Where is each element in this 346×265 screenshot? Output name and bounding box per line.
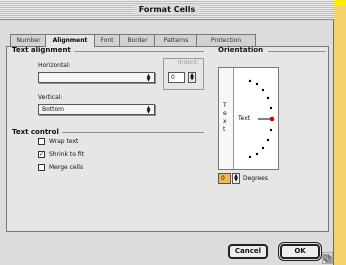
vertical-label: Vertical: bbox=[38, 94, 63, 101]
orientation-sample-text: Text bbox=[238, 115, 251, 122]
tab-protection[interactable]: Protection bbox=[196, 34, 256, 46]
stepper-arrows-icon: ▲ ▼ bbox=[190, 72, 194, 82]
format-cells-dialog: Format Cells Number Alignment Font Borde… bbox=[0, 0, 334, 265]
merge-cells-checkbox[interactable] bbox=[38, 164, 45, 171]
dialog-title: Format Cells bbox=[133, 4, 201, 15]
vertical-value: Bottom bbox=[42, 106, 65, 113]
indent-stepper[interactable]: ▲ ▼ bbox=[188, 72, 196, 83]
indent-field[interactable]: 0 bbox=[168, 72, 185, 83]
merge-cells-label: Merge cells bbox=[49, 164, 84, 171]
vertical-letter: t bbox=[223, 126, 226, 133]
vertical-text-option[interactable]: T e x t bbox=[219, 68, 234, 169]
orientation-picker[interactable]: T e x t Text bbox=[218, 67, 279, 170]
tab-patterns[interactable]: Patterns bbox=[154, 34, 198, 46]
wrap-text-label: Wrap text bbox=[49, 138, 79, 145]
popup-arrows-icon: ▲ ▼ bbox=[146, 105, 151, 115]
checkmark-icon: ✓ bbox=[39, 151, 45, 158]
tab-font[interactable]: Font bbox=[93, 34, 121, 46]
orientation-heading: Orientation bbox=[218, 46, 264, 54]
degrees-label: Degrees bbox=[243, 175, 268, 182]
text-control-divider bbox=[62, 132, 204, 133]
orientation-divider bbox=[268, 51, 326, 52]
resize-grip-icon[interactable] bbox=[322, 252, 333, 264]
vertical-letter: T bbox=[223, 102, 227, 109]
ok-button[interactable]: OK bbox=[280, 244, 320, 259]
tab-number[interactable]: Number bbox=[10, 34, 47, 46]
text-control-heading: Text control bbox=[12, 128, 59, 136]
tab-alignment[interactable]: Alignment bbox=[45, 34, 95, 47]
text-alignment-heading: Text alignment bbox=[12, 46, 71, 54]
vertical-popup[interactable]: Bottom ▲ ▼ bbox=[38, 104, 155, 115]
vertical-letter: e bbox=[223, 110, 227, 117]
orientation-indicator-dot bbox=[269, 116, 275, 122]
indent-label: Indent: bbox=[178, 59, 200, 66]
horizontal-popup[interactable]: ▲ ▼ bbox=[38, 72, 155, 83]
degrees-stepper[interactable]: ▲ ▼ bbox=[232, 173, 240, 184]
degrees-field[interactable]: 0 bbox=[218, 173, 231, 184]
background-corner bbox=[334, 0, 346, 6]
horizontal-label: Horizontal: bbox=[38, 62, 71, 69]
title-bar[interactable]: Format Cells bbox=[0, 0, 334, 20]
text-alignment-divider bbox=[74, 51, 204, 52]
shrink-to-fit-label: Shrink to fit bbox=[49, 151, 84, 158]
cancel-button[interactable]: Cancel bbox=[228, 244, 268, 259]
vertical-letter: x bbox=[223, 118, 227, 125]
popup-arrows-icon: ▲ ▼ bbox=[146, 73, 151, 83]
wrap-text-checkbox[interactable] bbox=[38, 138, 45, 145]
tab-border[interactable]: Border bbox=[119, 34, 156, 46]
shrink-to-fit-checkbox[interactable]: ✓ bbox=[38, 151, 45, 158]
stepper-arrows-icon: ▲ ▼ bbox=[234, 173, 238, 183]
